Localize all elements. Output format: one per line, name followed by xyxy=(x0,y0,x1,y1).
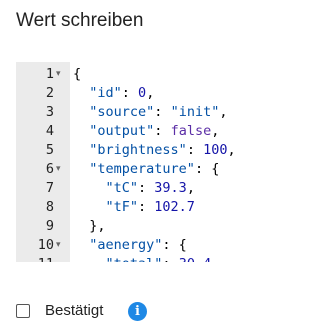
line-number: 8 xyxy=(45,199,54,215)
line-number: 3 xyxy=(45,104,54,120)
code-token: "init" xyxy=(170,104,220,120)
code-line[interactable]: 5 "brightness": 100, xyxy=(16,141,320,160)
code-line[interactable]: 10 ▾ "aenergy": { xyxy=(16,236,320,255)
code-token: , xyxy=(219,104,228,120)
code-token: , xyxy=(186,180,195,196)
code-text: "temperature": { xyxy=(73,160,219,179)
code-token: }, xyxy=(73,218,106,234)
code-token: "id" xyxy=(89,85,122,101)
code-text: "id": 0, xyxy=(73,84,154,103)
line-number: 9 xyxy=(45,218,54,234)
code-token: : { xyxy=(162,237,187,253)
dialog-title: Wert schreiben xyxy=(16,10,144,31)
line-number: 4 xyxy=(45,123,54,139)
code-token: "total" xyxy=(106,256,163,262)
code-text: "total": 30.4 xyxy=(73,255,212,262)
code-token: , xyxy=(146,85,155,101)
code-line[interactable]: 4 "output": false, xyxy=(16,122,320,141)
code-token: : xyxy=(138,199,155,215)
code-line[interactable]: 1 ▾ { xyxy=(16,65,320,84)
line-number: 6 xyxy=(45,161,54,177)
code-line[interactable]: 2 "id": 0, xyxy=(16,84,320,103)
code-line[interactable]: 7 "tC": 39.3, xyxy=(16,179,320,198)
confirm-label[interactable]: Bestätigt xyxy=(45,302,103,319)
code-text: "source": "init", xyxy=(73,103,227,122)
code-token: : xyxy=(186,142,204,158)
fold-toggle-icon[interactable]: ▾ xyxy=(56,236,66,255)
code-line[interactable]: 9 }, xyxy=(16,217,320,236)
fold-toggle-icon[interactable]: ▾ xyxy=(56,160,66,179)
code-token: "tC" xyxy=(105,180,139,196)
code-token: 39.3 xyxy=(154,180,187,196)
code-text: "tC": 39.3, xyxy=(73,179,195,198)
code-text: "output": false, xyxy=(73,122,219,141)
code-token: : xyxy=(154,104,171,120)
code-text: { xyxy=(73,65,81,84)
code-token: , xyxy=(227,142,236,158)
code-line[interactable]: 3 "source": "init", xyxy=(16,103,320,122)
code-token: : xyxy=(162,256,178,262)
line-number: 11 xyxy=(16,255,54,262)
code-token: "brightness" xyxy=(89,142,187,158)
line-number: 5 xyxy=(45,142,54,158)
code-text: "tF": 102.7 xyxy=(73,198,195,217)
code-token: : xyxy=(121,85,139,101)
code-token: false xyxy=(170,123,212,139)
code-token: : xyxy=(138,180,155,196)
code-token: "aenergy" xyxy=(89,237,163,253)
code-text: "aenergy": { xyxy=(73,236,187,255)
code-line[interactable]: 8 "tF": 102.7 xyxy=(16,198,320,217)
code-token: "output" xyxy=(89,123,155,139)
code-token: 102.7 xyxy=(154,199,195,215)
code-token: 0 xyxy=(138,85,147,101)
code-token: : { xyxy=(194,161,220,177)
line-number: 7 xyxy=(45,180,54,196)
code-line[interactable]: 11 "total": 30.4 xyxy=(16,255,320,262)
info-icon[interactable]: i xyxy=(128,302,147,321)
code-text: }, xyxy=(73,217,106,236)
code-token: 100 xyxy=(203,142,228,158)
confirm-checkbox[interactable] xyxy=(16,304,30,318)
code-line[interactable]: 6 ▾ "temperature": { xyxy=(16,160,320,179)
line-number: 2 xyxy=(45,85,54,101)
code-text: "brightness": 100, xyxy=(73,141,236,160)
code-token: "source" xyxy=(89,104,155,120)
json-code-editor[interactable]: 1 ▾{2 "id": 0, 3 "source": "init", 4 "outpu… xyxy=(16,62,320,262)
code-token: { xyxy=(73,66,82,82)
fold-toggle-icon[interactable]: ▾ xyxy=(56,65,66,84)
line-number: 10 xyxy=(37,237,54,253)
code-token: 30.4 xyxy=(179,256,212,262)
code-token: "temperature" xyxy=(89,161,195,177)
code-token: "tF" xyxy=(105,199,139,215)
code-token: , xyxy=(211,123,220,139)
line-number: 1 xyxy=(45,66,54,82)
confirm-row: Bestätigt i xyxy=(16,301,216,325)
code-token: : xyxy=(154,123,171,139)
